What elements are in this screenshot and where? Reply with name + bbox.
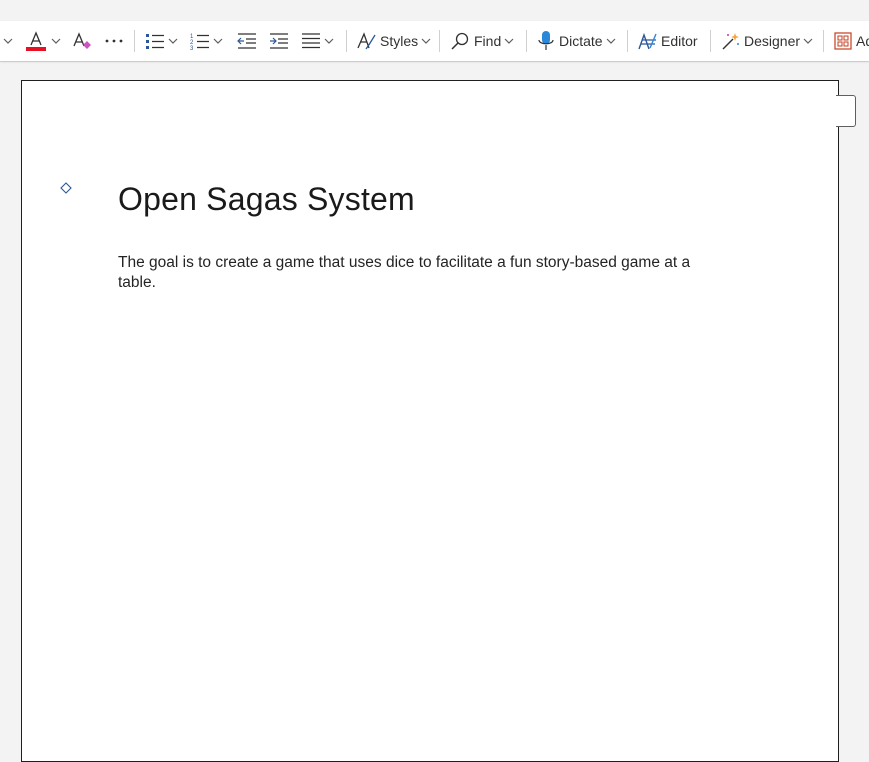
- chevron-down-icon[interactable]: [324, 36, 334, 46]
- designer-label: Designer: [744, 33, 801, 49]
- add-ins-label: Ad: [856, 33, 869, 49]
- decrease-indent-icon: [237, 33, 256, 49]
- toolbar-separator: [346, 30, 347, 52]
- side-panel-tab[interactable]: [836, 95, 856, 127]
- increase-indent-icon: [270, 33, 288, 49]
- designer-wand-icon: [722, 33, 739, 50]
- toolbar-separator: [439, 30, 440, 52]
- numbering-button[interactable]: 1 2 3: [190, 21, 223, 61]
- styles-icon: [357, 32, 376, 50]
- font-color-icon: [26, 31, 46, 51]
- clear-formatting-icon: [73, 32, 91, 49]
- microphone-icon: [538, 31, 554, 50]
- styles-button[interactable]: Styles: [356, 21, 431, 61]
- designer-button[interactable]: Designer: [720, 21, 813, 61]
- font-color-button[interactable]: [26, 21, 61, 61]
- toolbar-separator: [526, 30, 527, 52]
- ribbon-toolbar: 1 2 3 Styles Find Dictate Editor Designe…: [0, 21, 869, 61]
- find-label: Find: [474, 33, 502, 49]
- chevron-down-icon[interactable]: [421, 36, 431, 46]
- add-ins-button[interactable]: Ad: [834, 21, 869, 61]
- svg-text:3: 3: [190, 46, 194, 51]
- chevron-down-icon[interactable]: [51, 36, 61, 46]
- chevron-down-icon[interactable]: [803, 36, 813, 46]
- chevron-down-icon: [3, 38, 13, 44]
- styles-label: Styles: [380, 33, 419, 49]
- increase-indent-button[interactable]: [269, 21, 289, 61]
- chevron-down-icon[interactable]: [168, 36, 178, 46]
- find-button[interactable]: Find: [450, 21, 514, 61]
- align-icon: [302, 33, 320, 49]
- dictate-button[interactable]: Dictate: [537, 21, 616, 61]
- bullets-icon: [146, 34, 164, 49]
- toolbar-separator: [710, 30, 711, 52]
- chevron-down-icon[interactable]: [213, 36, 223, 46]
- document-page[interactable]: Open Sagas System The goal is to create …: [21, 80, 839, 762]
- more-icon: [105, 39, 123, 43]
- paragraph-anchor-icon[interactable]: [60, 182, 72, 194]
- search-icon: [451, 32, 469, 50]
- editor-icon: [638, 32, 657, 50]
- toolbar-separator: [823, 30, 824, 52]
- chevron-down-icon[interactable]: [504, 36, 514, 46]
- editor-label: Editor: [661, 33, 698, 49]
- document-title[interactable]: Open Sagas System: [118, 181, 415, 218]
- bullets-button[interactable]: [145, 21, 178, 61]
- decrease-indent-button[interactable]: [237, 21, 257, 61]
- toolbar-separator: [134, 30, 135, 52]
- add-ins-grid-icon: [834, 32, 852, 50]
- align-button[interactable]: [301, 21, 334, 61]
- toolbar-separator: [627, 30, 628, 52]
- more-options-button[interactable]: [104, 21, 124, 61]
- dictate-label: Dictate: [559, 33, 603, 49]
- numbering-icon: 1 2 3: [190, 34, 209, 51]
- previous-group-dropdown[interactable]: [3, 21, 13, 61]
- chevron-down-icon[interactable]: [606, 36, 616, 46]
- editor-button[interactable]: Editor: [637, 21, 698, 61]
- document-body-paragraph[interactable]: The goal is to create a game that uses d…: [118, 253, 728, 293]
- clear-formatting-button[interactable]: [72, 21, 92, 61]
